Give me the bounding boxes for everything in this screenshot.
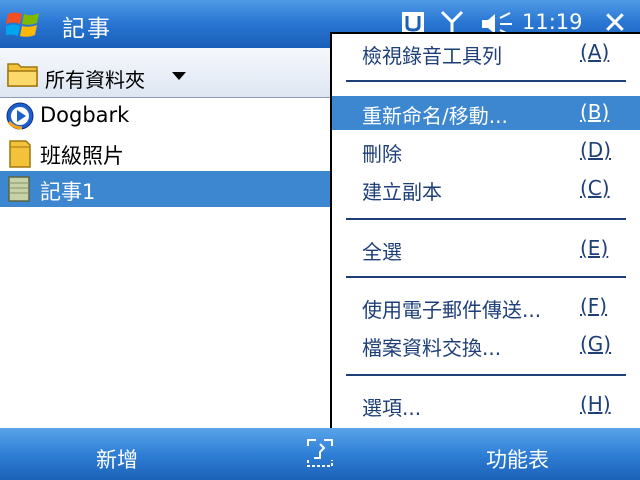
menu-separator [346, 374, 626, 376]
menu-softkey-button[interactable]: 功能表 [486, 444, 549, 474]
app-title: 記事 [62, 16, 112, 42]
menu-item-view-recording-toolbar[interactable]: 檢視錄音工具列 (A) [332, 36, 640, 70]
menu-separator [346, 218, 626, 220]
folder-icon [7, 63, 38, 87]
menu-item-send-via-email[interactable]: 使用電子郵件傳送... (F) [332, 290, 640, 324]
menu-separator [346, 80, 626, 82]
menu-item-select-all[interactable]: 全選 (E) [332, 232, 640, 266]
media-player-icon [6, 102, 34, 130]
file-name: Dogbark [40, 103, 130, 127]
clock[interactable]: 11:19 [522, 10, 583, 34]
folder-selector-label[interactable]: 所有資料夾 [45, 64, 145, 93]
chevron-down-icon[interactable] [172, 72, 186, 80]
file-name: 班級照片 [40, 144, 124, 168]
list-item[interactable]: 班級照片 [0, 135, 332, 171]
menu-item-beam-file[interactable]: 檔案資料交換... (G) [332, 328, 640, 362]
file-name: 記事1 [40, 180, 96, 204]
new-softkey-button[interactable]: 新增 [96, 444, 138, 474]
menu-item-rename-move[interactable]: 重新命名/移動... (B) [332, 96, 640, 130]
list-item[interactable]: Dogbark [0, 98, 332, 134]
menu-item-delete[interactable]: 刪除 (D) [332, 134, 640, 168]
list-item[interactable]: 記事1 [0, 171, 332, 207]
menu-separator [346, 276, 626, 278]
context-menu: 檢視錄音工具列 (A) 重新命名/移動... (B) 刪除 (D) 建立副本 (… [330, 32, 640, 430]
menu-item-duplicate[interactable]: 建立副本 (C) [332, 172, 640, 206]
menu-item-options[interactable]: 選項... (H) [332, 388, 640, 422]
note-icon [8, 176, 30, 202]
input-panel-icon[interactable] [304, 438, 336, 470]
folder-icon [9, 140, 31, 168]
windows-start-icon[interactable] [6, 8, 42, 42]
